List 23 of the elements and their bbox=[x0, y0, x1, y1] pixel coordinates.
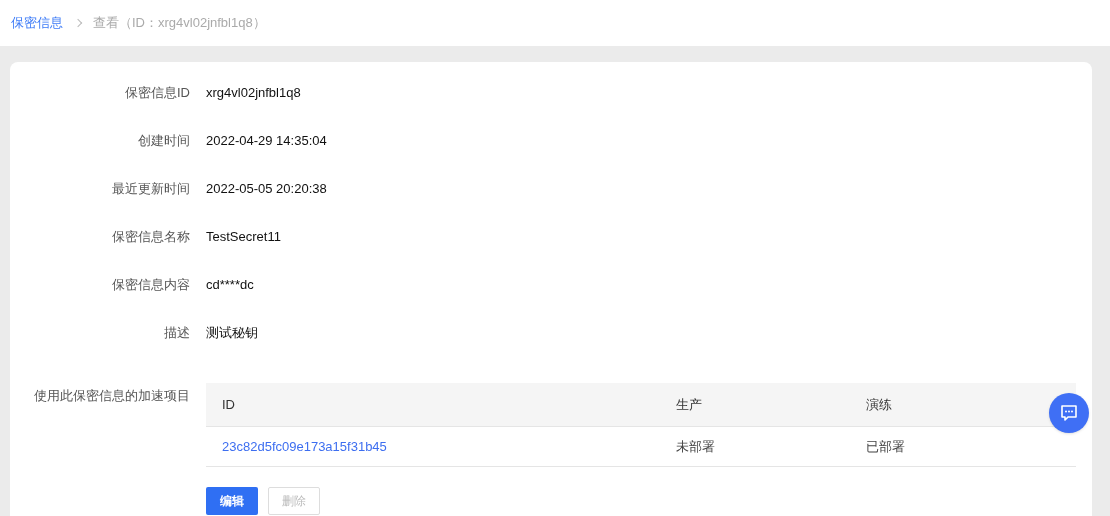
column-header: 生产 bbox=[675, 395, 703, 414]
field-label: 使用此保密信息的加速项目 bbox=[33, 387, 190, 405]
table-cell-text: 已部署 bbox=[865, 437, 906, 456]
field-value: cd****dc bbox=[206, 276, 254, 294]
breadcrumb-link[interactable]: 保密信息 bbox=[11, 13, 63, 33]
field-value: TestSecret11 bbox=[206, 228, 281, 246]
chat-icon bbox=[1060, 404, 1078, 422]
breadcrumb-current: 查看（ID：xrg4vl02jnfbl1q8） bbox=[93, 14, 266, 33]
field-value: 测试秘钥 bbox=[206, 324, 258, 342]
field-label: 创建时间 bbox=[137, 132, 190, 150]
field-label: 保密信息名称 bbox=[111, 228, 190, 246]
field-label: 描述 bbox=[163, 324, 190, 342]
table-cell-text: 未部署 bbox=[675, 437, 716, 456]
field-label: 保密信息ID bbox=[124, 84, 190, 102]
column-header: ID bbox=[221, 395, 236, 414]
project-link[interactable]: 23c82d5fc09e173a15f31b45 bbox=[206, 436, 660, 457]
field-value: 2022-05-05 20:20:38 bbox=[206, 180, 327, 198]
column-header: 演练 bbox=[865, 395, 893, 414]
field-label: 最近更新时间 bbox=[111, 180, 190, 198]
edit-button[interactable]: 编辑 bbox=[206, 487, 258, 515]
field-value: 2022-04-29 14:35:04 bbox=[206, 132, 327, 150]
field-label: 保密信息内容 bbox=[111, 276, 190, 294]
field-value: xrg4vl02jnfbl1q8 bbox=[206, 84, 301, 102]
